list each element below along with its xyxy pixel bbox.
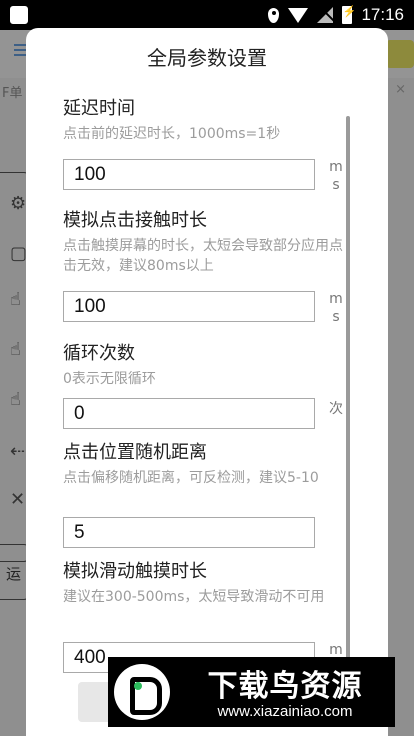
- watermark-url: www.xiazainiao.com: [217, 703, 353, 720]
- save-icon[interactable]: ▢: [10, 243, 27, 264]
- battery-charging-icon: [342, 6, 356, 24]
- run-button-label: 运: [6, 565, 22, 583]
- watermark-logo-icon: [114, 664, 170, 720]
- background-action-button[interactable]: [386, 40, 414, 68]
- app-icon: [10, 6, 28, 24]
- signal-icon: [317, 7, 334, 23]
- watermark-banner: 下载鸟资源 www.xiazainiao.com: [108, 657, 395, 727]
- unit-bottom: s: [332, 177, 340, 193]
- gear-icon[interactable]: ⚙: [10, 193, 26, 214]
- unit-top: m: [329, 291, 343, 307]
- setting-label: 模拟滑动触摸时长: [63, 561, 207, 582]
- setting-loop-count: 循环次数 0表示无限循环: [63, 343, 343, 389]
- setting-click-touch-duration: 模拟点击接触时长 点击触摸屏幕的时长，太短会导致部分应用点击无效，建议80ms以…: [63, 210, 343, 276]
- setting-description: 点击前的延迟时长，1000ms=1秒: [63, 126, 281, 142]
- unit-top: 次: [329, 401, 343, 417]
- setting-label: 模拟点击接触时长: [63, 210, 207, 231]
- watermark-title: 下载鸟资源: [207, 669, 363, 704]
- setting-delay-time: 延迟时间 点击前的延迟时长，1000ms=1秒: [63, 98, 343, 144]
- setting-description: 建议在300-500ms，太短导致滑动不可用: [63, 589, 325, 605]
- loop-count-unit: 次: [326, 400, 346, 418]
- dialog-title: 全局参数设置: [147, 46, 267, 70]
- setting-description: 点击触摸屏幕的时长，太短会导致部分应用点击无效，建议80ms以上: [63, 238, 343, 274]
- hand-icon[interactable]: ☝: [10, 339, 21, 360]
- click-touch-duration-input[interactable]: [63, 291, 315, 322]
- close-icon[interactable]: ×: [395, 82, 406, 97]
- global-settings-dialog: 全局参数设置 延迟时间 点击前的延迟时长，1000ms=1秒 m s 模拟点击接…: [26, 28, 388, 736]
- setting-description: 点击偏移随机距离，可反检测，建议5-10: [63, 470, 319, 486]
- unit-top: m: [329, 159, 343, 175]
- status-icons: 17:16: [268, 5, 404, 25]
- hand-icon[interactable]: ☝: [10, 289, 21, 310]
- hand-icon[interactable]: ☝: [10, 389, 21, 410]
- setting-random-offset: 点击位置随机距离 点击偏移随机距离，可反检测，建议5-10: [63, 442, 343, 488]
- status-bar: 17:16: [0, 0, 414, 30]
- unit-bottom: s: [332, 309, 340, 325]
- setting-swipe-touch-duration: 模拟滑动触摸时长 建议在300-500ms，太短导致滑动不可用: [63, 561, 343, 607]
- setting-label: 延迟时间: [63, 98, 135, 119]
- random-offset-input[interactable]: [63, 517, 315, 548]
- loop-count-input[interactable]: [63, 398, 315, 429]
- background-partial-text: F单: [2, 86, 23, 101]
- scrollbar[interactable]: [346, 116, 350, 666]
- click-touch-duration-unit: m s: [326, 290, 346, 326]
- setting-label: 点击位置随机距离: [63, 442, 207, 463]
- setting-label: 循环次数: [63, 343, 135, 364]
- setting-description: 0表示无限循环: [63, 371, 156, 387]
- swipe-icon[interactable]: ⇠: [10, 441, 25, 462]
- delay-time-input[interactable]: [63, 159, 315, 190]
- delay-time-unit: m s: [326, 158, 346, 194]
- wifi-icon: [288, 7, 309, 23]
- close-icon[interactable]: ✕: [10, 489, 25, 510]
- status-time: 17:16: [361, 5, 404, 24]
- location-icon: [268, 7, 280, 23]
